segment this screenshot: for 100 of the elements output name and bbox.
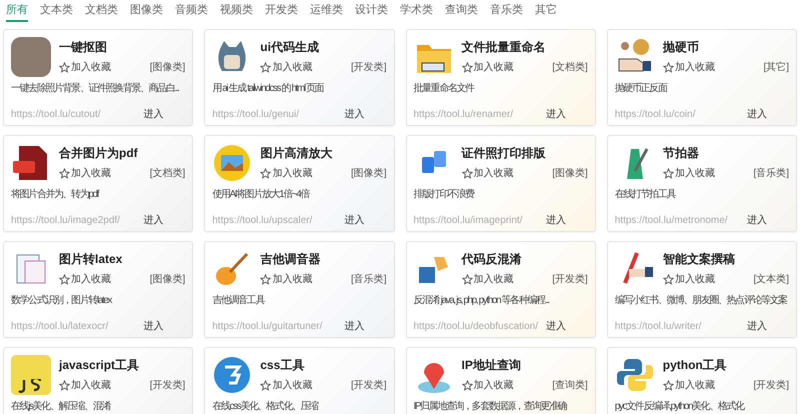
tool-title[interactable]: ui代码生成 (260, 39, 386, 55)
favorite-button[interactable]: 加入收藏 (260, 378, 312, 393)
star-icon[interactable] (662, 62, 674, 73)
favorite-button[interactable]: 加入收藏 (260, 60, 312, 75)
tool-title[interactable]: 证件照打印排版 (462, 145, 588, 161)
star-icon[interactable] (662, 274, 674, 285)
category-tab[interactable]: 设计类 (355, 3, 388, 22)
star-icon[interactable] (59, 62, 70, 73)
enter-link[interactable]: 进入 (747, 319, 767, 334)
enter-link[interactable]: 进入 (344, 107, 364, 122)
category-tab[interactable]: 图像类 (130, 3, 163, 22)
star-icon[interactable] (59, 380, 70, 391)
category-tab[interactable]: 开发类 (265, 3, 298, 22)
favorite-button[interactable]: 加入收藏 (662, 166, 715, 181)
tool-description: 反混淆 java, js, php, python 等各种编程... (414, 295, 549, 307)
star-icon[interactable] (260, 168, 272, 179)
tool-title[interactable]: 节拍器 (662, 145, 789, 161)
tool-title[interactable]: css工具 (260, 357, 386, 373)
favorite-button[interactable]: 加入收藏 (662, 272, 715, 287)
favorite-button[interactable]: 加入收藏 (59, 60, 111, 75)
star-icon[interactable] (662, 168, 674, 179)
star-icon[interactable] (462, 62, 472, 73)
enter-link[interactable]: 进入 (344, 319, 364, 334)
tool-description: 数学公式识别，图片转latex (11, 295, 112, 307)
star-icon[interactable] (260, 380, 272, 391)
tool-title[interactable]: 文件批量重命名 (462, 39, 588, 55)
category-tab[interactable]: 文本类 (40, 3, 73, 22)
tool-title[interactable]: 吉他调音器 (260, 251, 386, 267)
tool-title[interactable]: javascript工具 (59, 357, 186, 373)
tool-description: 排版打印不浪费 (414, 189, 474, 201)
enter-link[interactable]: 进入 (546, 213, 566, 228)
tool-url: https://tool.lu/coin/ (614, 108, 696, 122)
category-tab[interactable]: 运维类 (310, 3, 343, 22)
enter-link[interactable]: 进入 (747, 213, 767, 228)
favorite-button[interactable]: 加入收藏 (59, 166, 111, 181)
category-tag: [图像类] (150, 272, 186, 287)
tool-title[interactable]: IP地址查询 (462, 357, 588, 373)
star-icon[interactable] (462, 168, 472, 179)
enter-link[interactable]: 进入 (747, 107, 767, 122)
tool-description: 将图片合并为、转为pdf (11, 189, 98, 201)
tool-url: https://tool.lu/upscaler/ (212, 214, 312, 228)
js-letters-icon (18, 379, 44, 393)
category-tab[interactable]: 音乐类 (490, 3, 523, 22)
star-icon[interactable] (260, 62, 272, 73)
tool-title[interactable]: 一键抠图 (59, 39, 186, 55)
tool-description: 在线打节拍工具 (614, 189, 675, 201)
enter-link[interactable]: 进入 (143, 319, 164, 334)
tool-url: https://tool.lu/cutout/ (11, 108, 100, 122)
tool-title[interactable]: 图片高清放大 (260, 145, 386, 161)
tool-title[interactable]: 代码反混淆 (462, 251, 588, 267)
enter-link[interactable]: 进入 (546, 319, 566, 334)
category-tab[interactable]: 查询类 (445, 3, 478, 22)
enter-link[interactable]: 进入 (143, 107, 164, 122)
star-icon[interactable] (462, 380, 472, 391)
tool-description: 抛硬币正反面 (614, 83, 666, 95)
tool-description: 用 ai 生成 tailwindcss 的 html 页面 (212, 83, 324, 95)
favorite-button[interactable]: 加入收藏 (462, 378, 514, 393)
favorite-button[interactable]: 加入收藏 (462, 60, 514, 75)
favorite-button[interactable]: 加入收藏 (59, 378, 111, 393)
category-tab[interactable]: 其它 (535, 3, 557, 22)
tool-description: IP归属地查询，多套数据源，查询更准确 (414, 401, 566, 413)
tool-title[interactable]: 智能文案撰稿 (662, 251, 789, 267)
tool-title[interactable]: 抛硬币 (662, 39, 789, 55)
favorite-button[interactable]: 加入收藏 (662, 378, 715, 393)
favorite-button[interactable]: 加入收藏 (260, 272, 312, 287)
tool-url: https://tool.lu/deobfuscation/ (414, 320, 538, 334)
star-icon[interactable] (662, 380, 674, 391)
category-tag: [文档类] (150, 166, 186, 181)
tool-url: https://tool.lu/latexocr/ (11, 320, 108, 334)
tool-title[interactable]: 合并图片为pdf (59, 145, 186, 161)
star-icon[interactable] (260, 274, 272, 285)
category-tag: [开发类] (150, 378, 186, 393)
enter-link[interactable]: 进入 (344, 213, 364, 228)
category-tab[interactable]: 视频类 (220, 3, 253, 22)
category-tab[interactable]: 学术类 (400, 3, 433, 22)
tool-title[interactable]: 图片转latex (59, 251, 186, 267)
star-icon[interactable] (59, 274, 70, 285)
category-tag: [音乐类] (350, 272, 386, 287)
favorite-button[interactable]: 加入收藏 (462, 272, 514, 287)
tool-url: https://tool.lu/renamer/ (414, 108, 513, 122)
category-tab[interactable]: 所有 (6, 3, 28, 22)
tool-url: https://tool.lu/genui/ (212, 108, 299, 122)
category-tab[interactable]: 文档类 (85, 3, 118, 22)
category-tab[interactable]: 音频类 (175, 3, 208, 22)
favorite-button[interactable]: 加入收藏 (662, 60, 715, 75)
category-tag: [开发类] (350, 378, 386, 393)
favorite-button[interactable]: 加入收藏 (59, 272, 111, 287)
category-tag: [开发类] (753, 378, 789, 393)
tool-description: pyc文件反编译,python美化、格式化 (614, 401, 744, 413)
star-icon[interactable] (59, 168, 70, 179)
favorite-button[interactable]: 加入收藏 (260, 166, 312, 181)
star-icon[interactable] (462, 274, 472, 285)
tool-title[interactable]: python工具 (662, 357, 789, 373)
enter-link[interactable]: 进入 (546, 107, 566, 122)
category-tag: [查询类] (552, 378, 588, 393)
tool-description: 编写小红书、微博、朋友圈、热点评论等文案 (614, 295, 787, 307)
category-tag: [开发类] (552, 272, 588, 287)
tool-description: 使用AI将图片放大1倍~4倍 (212, 189, 310, 201)
favorite-button[interactable]: 加入收藏 (462, 166, 514, 181)
enter-link[interactable]: 进入 (143, 213, 164, 228)
